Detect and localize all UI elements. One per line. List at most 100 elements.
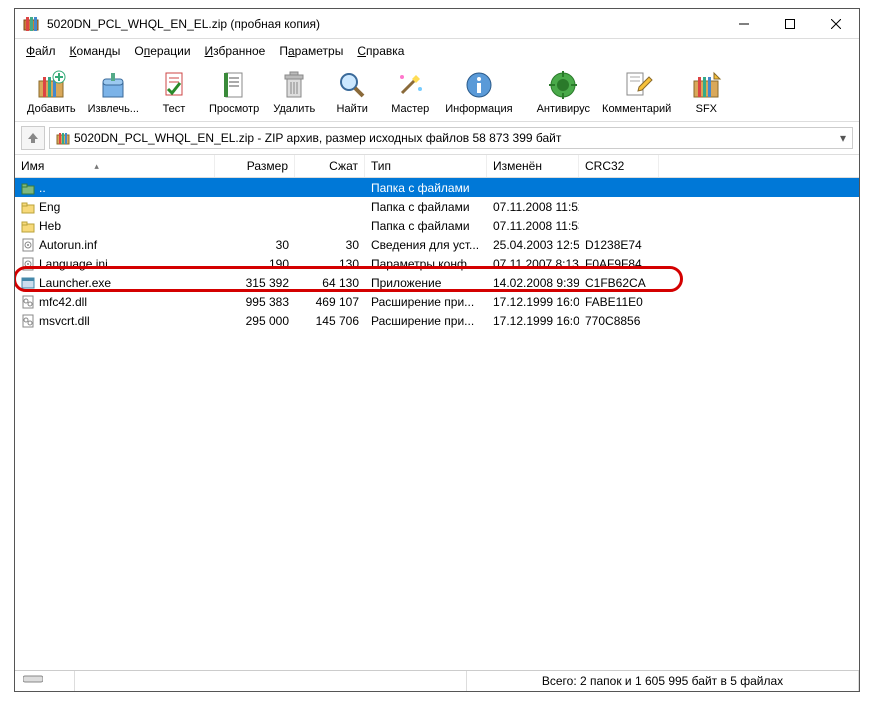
add-icon bbox=[35, 69, 67, 101]
file-size: 295 000 bbox=[215, 314, 295, 328]
file-crc: FABE11E0 bbox=[579, 295, 659, 309]
maximize-button[interactable] bbox=[767, 9, 813, 39]
file-crc: C1FB62CA bbox=[579, 276, 659, 290]
menu-file[interactable]: Файл bbox=[19, 41, 63, 61]
file-crc: D1238E74 bbox=[579, 238, 659, 252]
minimize-button[interactable] bbox=[721, 9, 767, 39]
file-size: 995 383 bbox=[215, 295, 295, 309]
file-name: .. bbox=[39, 181, 46, 195]
file-name: msvcrt.dll bbox=[39, 314, 90, 328]
exe-icon bbox=[21, 276, 35, 290]
file-row[interactable]: mfc42.dll995 383469 107Расширение при...… bbox=[15, 292, 859, 311]
file-type: Сведения для уст... bbox=[365, 238, 487, 252]
toolbar-sfx-label: SFX bbox=[696, 103, 717, 115]
toolbar-find-label: Найти bbox=[337, 103, 368, 115]
dll-icon bbox=[21, 314, 35, 328]
toolbar-find[interactable]: Найти bbox=[323, 67, 381, 117]
file-date: 07.11.2008 11:53 bbox=[487, 219, 579, 233]
file-type: Приложение bbox=[365, 276, 487, 290]
toolbar-view[interactable]: Просмотр bbox=[203, 67, 265, 117]
toolbar-wizard-label: Мастер bbox=[391, 103, 429, 115]
path-text: 5020DN_PCL_WHQL_EN_EL.zip - ZIP архив, р… bbox=[74, 131, 561, 145]
file-type: Параметры конф... bbox=[365, 257, 487, 271]
toolbar-antivirus-label: Антивирус bbox=[537, 103, 590, 115]
menu-help[interactable]: Справка bbox=[350, 41, 411, 61]
file-name: Autorun.inf bbox=[39, 238, 97, 252]
antivirus-icon bbox=[547, 69, 579, 101]
dll-icon bbox=[21, 295, 35, 309]
toolbar-extract[interactable]: Извлечь... bbox=[82, 67, 145, 117]
window-buttons bbox=[721, 9, 859, 39]
file-size: 315 392 bbox=[215, 276, 295, 290]
toolbar-comment[interactable]: Комментарий bbox=[596, 67, 677, 117]
toolbar-info-label: Информация bbox=[445, 103, 512, 115]
file-packed: 30 bbox=[295, 238, 365, 252]
sfx-icon bbox=[690, 69, 722, 101]
test-icon bbox=[158, 69, 190, 101]
column-size[interactable]: Размер bbox=[215, 155, 295, 177]
file-name: mfc42.dll bbox=[39, 295, 87, 309]
view-icon bbox=[218, 69, 250, 101]
file-name: Heb bbox=[39, 219, 61, 233]
titlebar: 5020DN_PCL_WHQL_EN_EL.zip (пробная копия… bbox=[15, 9, 859, 39]
extract-icon bbox=[97, 69, 129, 101]
menu-commands[interactable]: Команды bbox=[63, 41, 128, 61]
window-title: 5020DN_PCL_WHQL_EN_EL.zip (пробная копия… bbox=[47, 17, 721, 31]
toolbar-add-label: Добавить bbox=[27, 103, 76, 115]
statusbar: Всего: 2 папок и 1 605 995 байт в 5 файл… bbox=[15, 670, 859, 691]
file-date: 07.11.2008 11:52 bbox=[487, 200, 579, 214]
toolbar-wizard[interactable]: Мастер bbox=[381, 67, 439, 117]
path-bar[interactable]: 5020DN_PCL_WHQL_EN_EL.zip - ZIP архив, р… bbox=[49, 127, 853, 149]
up-button[interactable] bbox=[21, 126, 45, 150]
toolbar-test[interactable]: Тест bbox=[145, 67, 203, 117]
winrar-window: 5020DN_PCL_WHQL_EN_EL.zip (пробная копия… bbox=[14, 8, 860, 692]
status-left bbox=[15, 671, 75, 691]
file-row[interactable]: Launcher.exe315 39264 130Приложение14.02… bbox=[15, 273, 859, 292]
chevron-down-icon[interactable]: ▾ bbox=[840, 131, 846, 145]
toolbar-delete-label: Удалить bbox=[273, 103, 315, 115]
column-name[interactable]: Имя▴ bbox=[15, 155, 215, 177]
toolbar-view-label: Просмотр bbox=[209, 103, 259, 115]
navbar: 5020DN_PCL_WHQL_EN_EL.zip - ZIP архив, р… bbox=[15, 122, 859, 155]
status-summary: Всего: 2 папок и 1 605 995 байт в 5 файл… bbox=[467, 671, 859, 691]
menu-favorites[interactable]: Избранное bbox=[198, 41, 273, 61]
file-row[interactable]: Language.ini190130Параметры конф...07.11… bbox=[15, 254, 859, 273]
delete-icon bbox=[278, 69, 310, 101]
disk-icon bbox=[23, 674, 43, 684]
file-date: 07.11.2007 8:13 bbox=[487, 257, 579, 271]
ini-icon bbox=[21, 257, 35, 271]
toolbar-antivirus[interactable]: Антивирус bbox=[531, 67, 596, 117]
file-row[interactable]: HebПапка с файлами07.11.2008 11:53 bbox=[15, 216, 859, 235]
toolbar-info[interactable]: Информация bbox=[439, 67, 518, 117]
column-modified[interactable]: Изменён bbox=[487, 155, 579, 177]
toolbar-delete[interactable]: Удалить bbox=[265, 67, 323, 117]
toolbar-add[interactable]: Добавить bbox=[21, 67, 82, 117]
file-crc: 770C8856 bbox=[579, 314, 659, 328]
file-row[interactable]: Autorun.inf3030Сведения для уст...25.04.… bbox=[15, 235, 859, 254]
file-row[interactable]: EngПапка с файлами07.11.2008 11:52 bbox=[15, 197, 859, 216]
file-packed: 130 bbox=[295, 257, 365, 271]
column-type[interactable]: Тип bbox=[365, 155, 487, 177]
wizard-icon bbox=[394, 69, 426, 101]
file-row[interactable]: ..Папка с файлами bbox=[15, 178, 859, 197]
column-packed[interactable]: Сжат bbox=[295, 155, 365, 177]
file-rows: ..Папка с файламиEngПапка с файлами07.11… bbox=[15, 178, 859, 330]
file-size: 30 bbox=[215, 238, 295, 252]
file-date: 25.04.2003 12:59 bbox=[487, 238, 579, 252]
toolbar-sfx[interactable]: SFX bbox=[677, 67, 735, 117]
column-crc[interactable]: CRC32 bbox=[579, 155, 659, 177]
file-packed: 64 130 bbox=[295, 276, 365, 290]
up-icon bbox=[21, 181, 35, 195]
archive-icon bbox=[56, 131, 70, 145]
toolbar: Добавить Извлечь... Тест Просмотр Удалит… bbox=[15, 63, 859, 122]
file-packed: 145 706 bbox=[295, 314, 365, 328]
toolbar-test-label: Тест bbox=[163, 103, 186, 115]
find-icon bbox=[336, 69, 368, 101]
menu-operations[interactable]: Операции bbox=[127, 41, 197, 61]
status-middle bbox=[75, 671, 467, 691]
file-name: Launcher.exe bbox=[39, 276, 111, 290]
close-button[interactable] bbox=[813, 9, 859, 39]
file-row[interactable]: msvcrt.dll295 000145 706Расширение при..… bbox=[15, 311, 859, 330]
menu-parameters[interactable]: Параметры bbox=[272, 41, 350, 61]
file-packed: 469 107 bbox=[295, 295, 365, 309]
